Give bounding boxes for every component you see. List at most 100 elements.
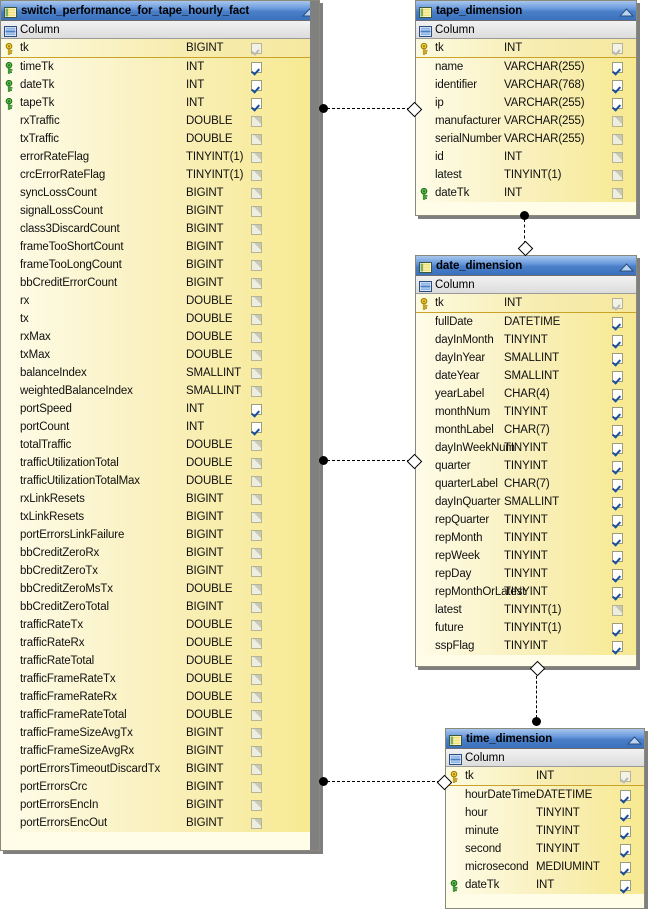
table-row[interactable]: tx DOUBLE: [1, 310, 319, 328]
table-row[interactable]: tapeTk INT: [1, 94, 319, 112]
table-row[interactable]: trafficFrameRateTx DOUBLE: [1, 670, 319, 688]
column-notnull-checkbox[interactable]: [620, 770, 631, 782]
table-row[interactable]: rxMax DOUBLE: [1, 328, 319, 346]
relationship-connector-tape-date[interactable]: [517, 211, 534, 257]
table-window-time_dimension[interactable]: time_dimension Column tk INT hourDateTime DAT…: [445, 728, 645, 909]
relationship-connector-fact-date[interactable]: [319, 453, 423, 470]
column-notnull-checkbox[interactable]: [251, 547, 262, 559]
checkbox-off[interactable]: [251, 529, 262, 541]
checkbox-on[interactable]: [612, 334, 623, 346]
checkbox-off[interactable]: [251, 223, 262, 235]
column-notnull-checkbox[interactable]: [620, 825, 631, 837]
table-titlebar-tape_dimension[interactable]: tape_dimension: [416, 1, 636, 21]
column-notnull-checkbox[interactable]: [620, 861, 631, 873]
table-row[interactable]: portErrorsLinkFailure BIGINT: [1, 526, 319, 544]
column-notnull-checkbox[interactable]: [251, 439, 262, 451]
column-notnull-checkbox[interactable]: [251, 799, 262, 811]
table-row[interactable]: monthLabel CHAR(7): [416, 421, 636, 439]
column-notnull-checkbox[interactable]: [251, 385, 262, 397]
column-notnull-checkbox[interactable]: [251, 421, 262, 433]
checkbox-off[interactable]: [251, 763, 262, 775]
checkbox-on[interactable]: [612, 622, 623, 634]
column-notnull-checkbox[interactable]: [251, 529, 262, 541]
collapse-button-date_dimension[interactable]: [618, 259, 634, 272]
table-row[interactable]: totalTraffic DOUBLE: [1, 436, 319, 454]
collapse-triangle-icon[interactable]: [626, 733, 642, 745]
checkbox-off[interactable]: [612, 151, 623, 163]
column-notnull-checkbox[interactable]: [612, 424, 623, 436]
column-notnull-checkbox[interactable]: [251, 655, 262, 667]
table-row[interactable]: errorRateFlag TINYINT(1): [1, 148, 319, 166]
checkbox-on[interactable]: [612, 424, 623, 436]
checkbox-on[interactable]: [620, 825, 631, 837]
checkbox-off[interactable]: [251, 439, 262, 451]
checkbox-off[interactable]: [251, 475, 262, 487]
table-row[interactable]: quarter TINYINT: [416, 457, 636, 475]
column-notnull-checkbox[interactable]: [612, 604, 623, 616]
column-notnull-checkbox[interactable]: [251, 817, 262, 829]
table-row[interactable]: trafficUtilizationTotalMax DOUBLE: [1, 472, 319, 490]
checkbox-off[interactable]: [251, 457, 262, 469]
column-notnull-checkbox[interactable]: [251, 42, 262, 54]
table-row[interactable]: name VARCHAR(255): [416, 58, 636, 76]
table-titlebar-time_dimension[interactable]: time_dimension: [446, 729, 644, 749]
column-notnull-checkbox[interactable]: [612, 169, 623, 181]
table-row[interactable]: dateTk INT: [416, 184, 636, 202]
relationship-connector-fact-time[interactable]: [319, 774, 453, 791]
column-notnull-checkbox[interactable]: [612, 478, 623, 490]
table-row[interactable]: tk INT: [416, 39, 636, 58]
checkbox-on[interactable]: [620, 789, 631, 801]
checkbox-off[interactable]: [251, 241, 262, 253]
table-row[interactable]: latest TINYINT(1): [416, 166, 636, 184]
column-notnull-checkbox[interactable]: [612, 442, 623, 454]
checkbox-off[interactable]: [612, 133, 623, 145]
column-notnull-checkbox[interactable]: [251, 115, 262, 127]
checkbox-off[interactable]: [251, 745, 262, 757]
table-row[interactable]: dayInQuarter SMALLINT: [416, 493, 636, 511]
table-titlebar-switch_performance_for_tape_hourly_fact[interactable]: switch_performance_for_tape_hourly_fact: [1, 1, 319, 21]
checkbox-on[interactable]: [612, 61, 623, 73]
checkbox-off[interactable]: [251, 709, 262, 721]
column-notnull-checkbox[interactable]: [251, 187, 262, 199]
collapse-button-time_dimension[interactable]: [626, 732, 642, 745]
column-notnull-checkbox[interactable]: [620, 789, 631, 801]
table-row[interactable]: portCount INT: [1, 418, 319, 436]
table-row[interactable]: repMonthOrLatest TINYINT: [416, 583, 636, 601]
checkbox-off[interactable]: [251, 493, 262, 505]
checkbox-off[interactable]: [251, 655, 262, 667]
table-row[interactable]: frameTooLongCount BIGINT: [1, 256, 319, 274]
column-notnull-checkbox[interactable]: [251, 457, 262, 469]
column-notnull-checkbox[interactable]: [251, 241, 262, 253]
table-row[interactable]: txMax DOUBLE: [1, 346, 319, 364]
column-notnull-checkbox[interactable]: [620, 807, 631, 819]
checkbox-off[interactable]: [251, 295, 262, 307]
column-notnull-checkbox[interactable]: [251, 781, 262, 793]
checkbox-on[interactable]: [612, 79, 623, 91]
table-row[interactable]: trafficFrameRateRx DOUBLE: [1, 688, 319, 706]
table-row[interactable]: portErrorsCrc BIGINT: [1, 778, 319, 796]
checkbox-on[interactable]: [612, 370, 623, 382]
table-row[interactable]: trafficRateRx DOUBLE: [1, 634, 319, 652]
column-notnull-checkbox[interactable]: [251, 313, 262, 325]
column-notnull-checkbox[interactable]: [612, 406, 623, 418]
checkbox-on[interactable]: [612, 97, 623, 109]
column-notnull-checkbox[interactable]: [612, 496, 623, 508]
checkbox-off[interactable]: [251, 637, 262, 649]
column-notnull-checkbox[interactable]: [251, 367, 262, 379]
column-notnull-checkbox[interactable]: [251, 601, 262, 613]
table-titlebar-date_dimension[interactable]: date_dimension: [416, 256, 636, 276]
column-notnull-checkbox[interactable]: [612, 133, 623, 145]
checkbox-on[interactable]: [612, 568, 623, 580]
column-notnull-checkbox[interactable]: [620, 843, 631, 855]
checkbox-on[interactable]: [612, 442, 623, 454]
column-notnull-checkbox[interactable]: [251, 79, 262, 91]
checkbox-off[interactable]: [251, 385, 262, 397]
relationship-connector-fact-tape[interactable]: [319, 101, 423, 118]
checkbox-on[interactable]: [612, 496, 623, 508]
checkbox-dim[interactable]: [251, 42, 262, 54]
column-notnull-checkbox[interactable]: [612, 334, 623, 346]
checkbox-off[interactable]: [251, 547, 262, 559]
table-row[interactable]: bbCreditZeroMsTx DOUBLE: [1, 580, 319, 598]
checkbox-off[interactable]: [251, 187, 262, 199]
table-row[interactable]: quarterLabel CHAR(7): [416, 475, 636, 493]
